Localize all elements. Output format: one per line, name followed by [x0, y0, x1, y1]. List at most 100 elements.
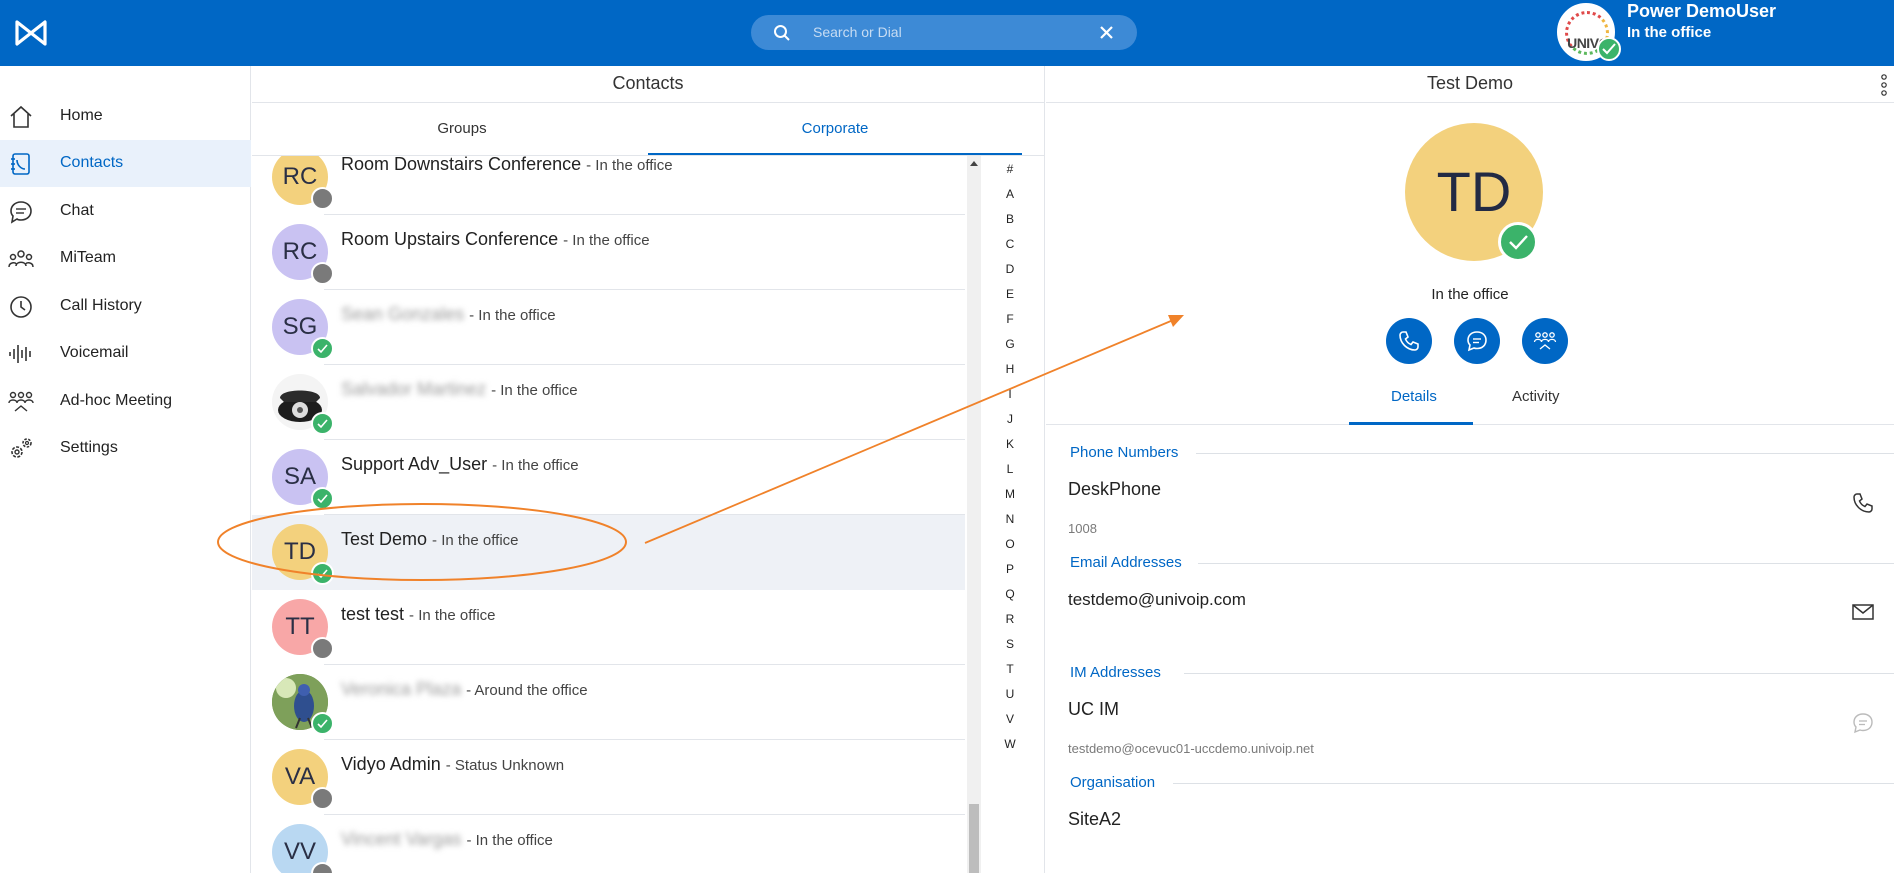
meeting-icon [8, 391, 34, 412]
sidebar-item-home[interactable]: Home [0, 93, 251, 140]
email-address[interactable]: testdemo@univoip.com [1068, 590, 1246, 610]
contact-status: - In the office [491, 382, 578, 399]
alpha-index-item[interactable]: B [997, 212, 1023, 226]
active-tab-indicator [648, 153, 1022, 155]
sidebar-item-call-history[interactable]: Call History [0, 283, 251, 330]
phone-icon[interactable] [1851, 491, 1875, 515]
alpha-index-item[interactable]: O [997, 537, 1023, 551]
sidebar-item-label: Voicemail [60, 344, 129, 361]
sidebar-item-voicemail[interactable]: Voicemail [0, 330, 251, 377]
alpha-index-item[interactable]: K [997, 437, 1023, 451]
phone-label: DeskPhone [1068, 479, 1162, 499]
list-item[interactable]: TT test test - In the office [252, 590, 965, 665]
search-icon [774, 25, 790, 41]
alpha-index-item[interactable]: U [997, 687, 1023, 701]
team-meeting-button[interactable] [1522, 318, 1568, 364]
alpha-index-item[interactable]: A [997, 187, 1023, 201]
section-heading-organisation: Organisation [1070, 774, 1156, 791]
more-options-icon[interactable] [1881, 74, 1887, 96]
sidebar-item-settings[interactable]: Settings [0, 425, 251, 472]
list-item[interactable]: SG Sean Gonzales - In the office [252, 290, 965, 365]
sidebar-item-adhoc-meeting[interactable]: Ad-hoc Meeting [0, 378, 251, 425]
contacts-list: RC Room Downstairs Conference - In the o… [252, 156, 965, 873]
call-button[interactable] [1386, 318, 1432, 364]
alpha-index-item[interactable]: N [997, 512, 1023, 526]
tab-corporate[interactable]: Corporate [648, 103, 1022, 155]
contact-name: test test [341, 604, 405, 624]
sidebar-item-label: Settings [60, 439, 118, 456]
organisation-value: SiteA2 [1068, 809, 1122, 829]
contacts-icon [11, 153, 30, 175]
contact-name: Vidyo Admin [341, 754, 441, 774]
user-presence-badge [1597, 37, 1621, 61]
im-label: UC IM [1068, 699, 1119, 719]
contact-status: - Around the office [466, 682, 588, 699]
sidebar-item-label: Contacts [60, 154, 124, 171]
contact-status: - In the office [469, 307, 556, 324]
sidebar-item-contacts[interactable]: Contacts [0, 140, 251, 187]
alpha-index-item[interactable]: F [997, 312, 1023, 326]
section-heading-im: IM Addresses [1070, 664, 1161, 681]
chat-icon [1467, 331, 1487, 352]
scrollbar-thumb[interactable] [969, 804, 979, 873]
alpha-index-item[interactable]: E [997, 287, 1023, 301]
search-bar[interactable]: Search or Dial [751, 15, 1137, 50]
alpha-index-item[interactable]: # [997, 162, 1023, 176]
list-item[interactable]: SA Support Adv_User - In the office [252, 440, 965, 515]
scroll-up-arrow-icon[interactable] [969, 159, 979, 167]
details-title: Test Demo [1046, 66, 1894, 103]
alpha-index-item[interactable]: S [997, 637, 1023, 651]
presence-badge [311, 712, 334, 735]
chat-icon[interactable] [1851, 711, 1875, 735]
list-item[interactable]: VA Vidyo Admin - Status Unknown [252, 740, 965, 815]
user-name[interactable]: Power DemoUser [1627, 1, 1776, 22]
check-icon [317, 569, 328, 579]
clear-search-icon[interactable] [1098, 24, 1115, 41]
tab-details[interactable]: Details [1391, 388, 1437, 405]
alpha-index-item[interactable]: R [997, 612, 1023, 626]
app-logo-icon[interactable] [14, 18, 48, 48]
search-input[interactable]: Search or Dial [813, 24, 902, 40]
alpha-index-item[interactable]: I [997, 387, 1023, 401]
sidebar-item-chat[interactable]: Chat [0, 188, 251, 235]
alpha-index-item[interactable]: H [997, 362, 1023, 376]
alpha-index-item[interactable]: G [997, 337, 1023, 351]
list-item[interactable]: RC Room Upstairs Conference - In the off… [252, 215, 965, 290]
mail-icon[interactable] [1851, 600, 1875, 624]
user-status[interactable]: In the office [1627, 24, 1711, 41]
alpha-index-item[interactable]: T [997, 662, 1023, 676]
section-divider [1198, 563, 1894, 564]
sidebar-item-miteam[interactable]: MiTeam [0, 235, 251, 282]
chat-button[interactable] [1454, 318, 1500, 364]
list-item[interactable]: VV Vincent Vargas - In the office [252, 815, 965, 873]
alpha-index-item[interactable]: Q [997, 587, 1023, 601]
sidebar-item-label: Ad-hoc Meeting [60, 392, 173, 409]
alpha-index-item[interactable]: J [997, 412, 1023, 426]
alpha-index-item[interactable]: D [997, 262, 1023, 276]
alpha-index-item[interactable]: W [997, 737, 1023, 751]
contact-status: - In the office [432, 532, 519, 549]
alpha-index-item[interactable]: P [997, 562, 1023, 576]
alpha-index-item[interactable]: V [997, 712, 1023, 726]
list-item-selected[interactable]: TD Test Demo - In the office [252, 515, 965, 590]
im-address[interactable]: testdemo@ocevuc01-uccdemo.univoip.net [1068, 741, 1314, 756]
check-icon [317, 419, 328, 429]
tab-activity[interactable]: Activity [1512, 388, 1560, 405]
contact-status: - In the office [563, 232, 650, 249]
scrollbar[interactable] [967, 156, 981, 873]
contact-status: - In the office [586, 157, 673, 174]
contact-name: Support Adv_User [341, 454, 488, 474]
alpha-index-item[interactable]: M [997, 487, 1023, 501]
alpha-index-item[interactable]: C [997, 237, 1023, 251]
tab-groups[interactable]: Groups [252, 103, 672, 155]
section-divider [1173, 783, 1894, 784]
contact-details-pane: Test Demo TD In the office Details Activ… [1046, 66, 1894, 873]
alpha-index-item[interactable]: L [997, 462, 1023, 476]
sidebar-item-label: Call History [60, 297, 142, 314]
list-item[interactable]: Salvador Martinez - In the office [252, 365, 965, 440]
list-item[interactable]: RC Room Downstairs Conference - In the o… [252, 156, 965, 215]
list-item[interactable]: Veronica Plaza - Around the office [252, 665, 965, 740]
check-icon [317, 344, 328, 354]
contacts-title: Contacts [252, 66, 1044, 103]
phone-number[interactable]: 1008 [1068, 521, 1097, 536]
